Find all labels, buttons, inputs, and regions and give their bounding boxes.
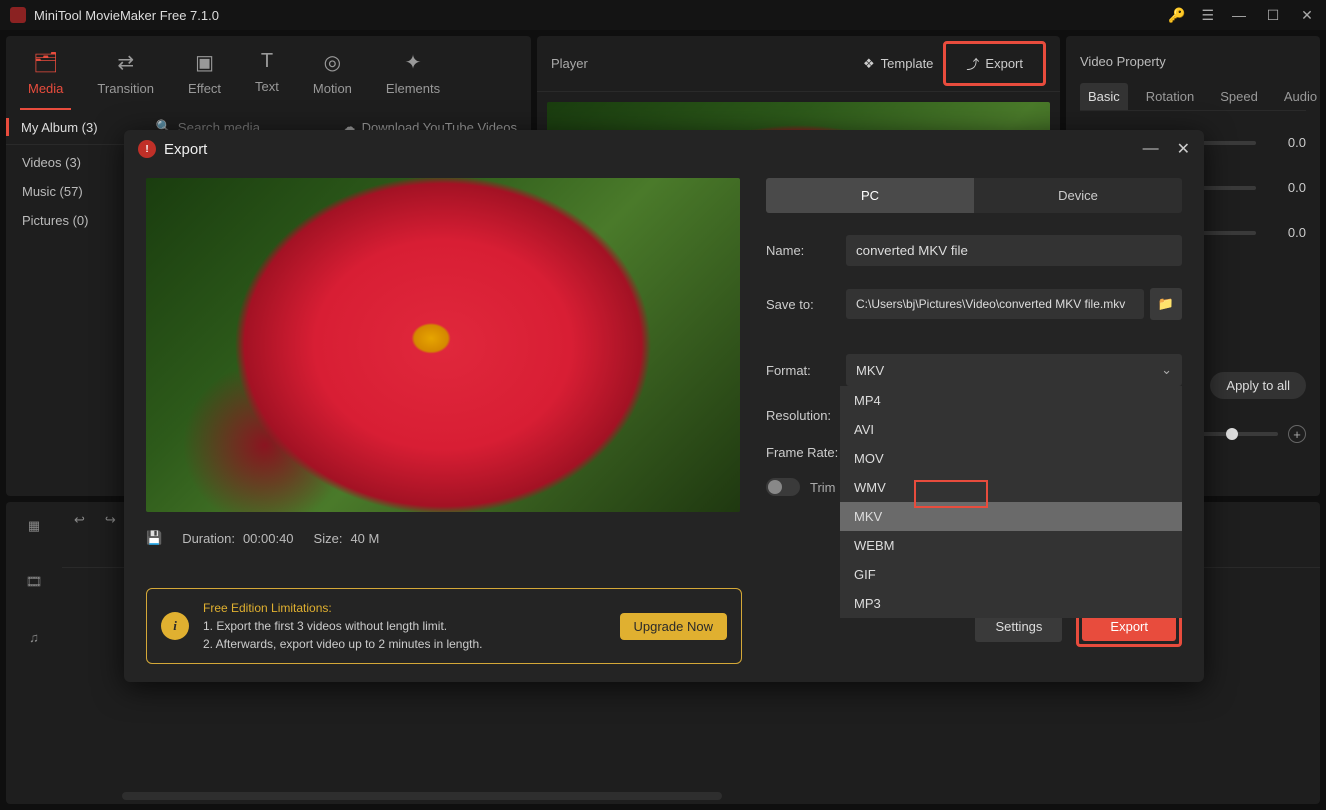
album-title[interactable]: My Album (3): [21, 120, 98, 135]
format-option-webm[interactable]: WEBM: [840, 531, 1182, 560]
zoom-plus-icon[interactable]: +: [1288, 425, 1306, 443]
free-limitations-box: i Free Edition Limitations: 1. Export th…: [146, 588, 742, 664]
format-option-mp3[interactable]: MP3: [840, 589, 1182, 618]
seg-pc[interactable]: PC: [766, 178, 974, 213]
duration-label: Duration:: [182, 531, 235, 546]
tab-effect-label: Effect: [188, 81, 221, 96]
limits-title: Free Edition Limitations:: [203, 599, 606, 617]
dialog-title: Export: [164, 141, 1125, 158]
effect-icon: ▣: [195, 50, 214, 75]
tab-motion-label: Motion: [313, 81, 352, 96]
format-label: Format:: [766, 363, 846, 378]
elements-icon: ✦: [405, 50, 422, 75]
folder-open-icon: 📁: [1158, 296, 1174, 312]
save-to-label: Save to:: [766, 297, 846, 312]
key-icon[interactable]: 🔑: [1168, 7, 1185, 24]
prop-tab-basic[interactable]: Basic: [1080, 83, 1128, 110]
upgrade-now-button[interactable]: Upgrade Now: [620, 613, 728, 640]
chevron-down-icon: ⌄: [1161, 362, 1172, 378]
hamburger-icon[interactable]: ☰: [1201, 7, 1214, 24]
dialog-minimize-button[interactable]: —: [1143, 140, 1159, 158]
format-option-avi[interactable]: AVI: [840, 415, 1182, 444]
close-button[interactable]: ✕: [1298, 7, 1316, 24]
format-value: MKV: [856, 363, 884, 378]
tab-text[interactable]: T Text: [247, 46, 287, 110]
tab-transition-label: Transition: [97, 81, 154, 96]
prop-tab-rotation[interactable]: Rotation: [1138, 83, 1202, 110]
player-label: Player: [551, 56, 853, 71]
save-disk-icon: 💾: [146, 530, 162, 546]
app-logo: [10, 7, 26, 23]
format-option-wmv[interactable]: WMV: [840, 473, 1182, 502]
format-option-gif[interactable]: GIF: [840, 560, 1182, 589]
limits-line-1: 1. Export the first 3 videos without len…: [203, 617, 606, 635]
framerate-label: Frame Rate:: [766, 445, 846, 460]
export-button-highlight: ⤴ Export: [943, 41, 1046, 86]
trim-toggle[interactable]: [766, 478, 800, 496]
duration-value: 00:00:40: [243, 531, 294, 546]
folder-icon: 🗂: [33, 50, 58, 75]
video-track-icon[interactable]: 🎞: [26, 574, 43, 590]
format-option-mp4[interactable]: MP4: [840, 386, 1182, 415]
trim-label: Trim: [810, 480, 836, 495]
tab-elements[interactable]: ✦ Elements: [378, 46, 448, 110]
browse-folder-button[interactable]: 📁: [1150, 288, 1182, 320]
export-button[interactable]: ⤴ Export: [956, 48, 1033, 79]
name-label: Name:: [766, 243, 846, 258]
transition-icon: ⇄: [117, 50, 134, 75]
resolution-label: Resolution:: [766, 408, 846, 423]
tab-effect[interactable]: ▣ Effect: [180, 46, 229, 110]
size-label: Size:: [314, 531, 343, 546]
name-input[interactable]: [846, 235, 1182, 266]
export-label: Export: [985, 56, 1023, 71]
apply-to-all-button[interactable]: Apply to all: [1210, 372, 1306, 399]
info-icon: i: [161, 612, 189, 640]
text-icon: T: [261, 50, 273, 73]
prop-tab-audio[interactable]: Audio: [1276, 83, 1325, 110]
tab-media-label: Media: [28, 81, 63, 96]
dialog-close-button[interactable]: ✕: [1177, 139, 1190, 159]
format-select[interactable]: MKV ⌄: [846, 354, 1182, 386]
dialog-logo: !: [138, 140, 156, 158]
seg-device[interactable]: Device: [974, 178, 1182, 213]
tab-motion[interactable]: ◎ Motion: [305, 46, 360, 110]
tab-media[interactable]: 🗂 Media: [20, 46, 71, 110]
timeline-scrollbar[interactable]: [122, 792, 722, 800]
redo-icon[interactable]: ↪: [105, 512, 116, 528]
prop-tab-speed[interactable]: Speed: [1212, 83, 1266, 110]
maximize-button[interactable]: ☐: [1264, 7, 1282, 24]
tab-text-label: Text: [255, 79, 279, 94]
template-button[interactable]: ❖ Template: [853, 50, 943, 78]
app-title: MiniTool MovieMaker Free 7.1.0: [34, 8, 1168, 23]
tab-elements-label: Elements: [386, 81, 440, 96]
format-dropdown: MP4 AVI MOV WMV MKV WEBM GIF MP3: [840, 386, 1182, 618]
tab-transition[interactable]: ⇄ Transition: [89, 46, 162, 110]
save-to-input[interactable]: [846, 289, 1144, 319]
format-option-mov[interactable]: MOV: [840, 444, 1182, 473]
template-label: Template: [881, 56, 934, 71]
export-dialog: ! Export — ✕ 💾 Duration: 00:00:40 Size: …: [124, 130, 1204, 682]
format-option-mkv[interactable]: MKV: [840, 502, 1182, 531]
motion-icon: ◎: [324, 50, 341, 75]
property-title: Video Property: [1080, 46, 1306, 83]
undo-icon[interactable]: ↩: [74, 512, 85, 528]
size-value: 40 M: [350, 531, 379, 546]
minimize-button[interactable]: —: [1230, 7, 1248, 23]
titlebar: MiniTool MovieMaker Free 7.1.0 🔑 ☰ — ☐ ✕: [0, 0, 1326, 30]
template-icon: ❖: [863, 56, 875, 72]
add-media-icon[interactable]: ▦: [28, 518, 40, 534]
audio-track-icon[interactable]: ♫: [29, 630, 39, 645]
export-icon: ⤴: [966, 54, 979, 73]
export-preview-image: [146, 178, 740, 512]
limits-line-2: 2. Afterwards, export video up to 2 minu…: [203, 635, 606, 653]
